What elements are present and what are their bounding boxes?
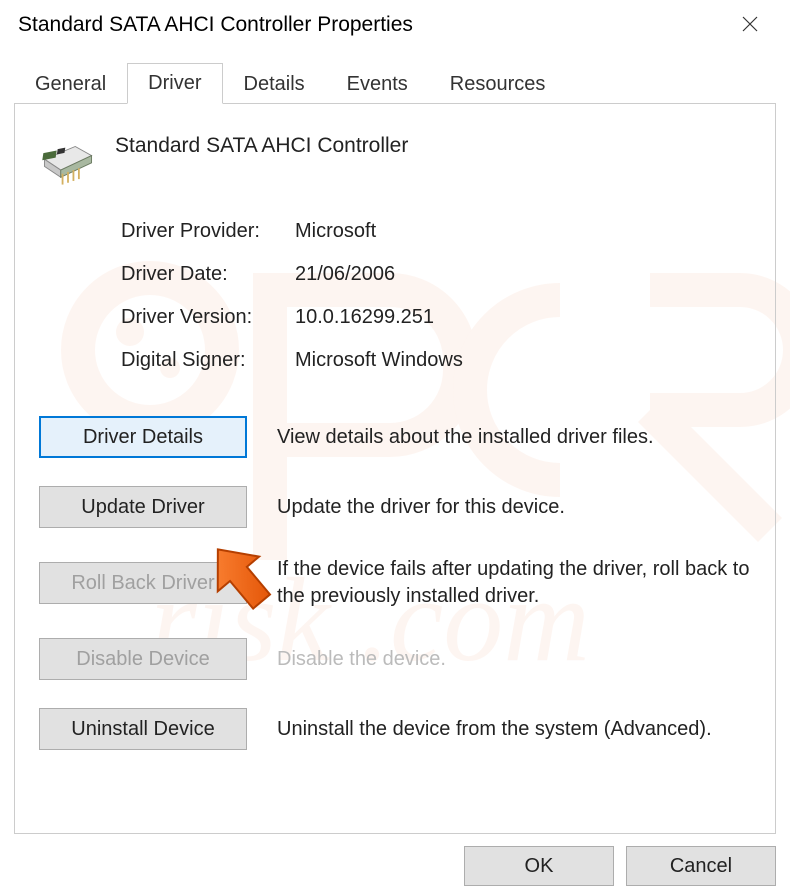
close-icon [742,12,758,38]
driver-version-value: 10.0.16299.251 [295,306,434,329]
rollback-driver-button: Roll Back Driver [39,562,247,604]
device-controller-icon [39,132,97,190]
uninstall-device-desc: Uninstall the device from the system (Ad… [277,716,755,743]
driver-info-section: Driver Provider: Microsoft Driver Date: … [121,220,755,372]
driver-date-value: 21/06/2006 [295,263,395,286]
ok-button[interactable]: OK [464,846,614,886]
device-header: Standard SATA AHCI Controller [39,132,755,190]
tab-resources[interactable]: Resources [429,64,567,104]
disable-device-desc: Disable the device. [277,646,755,673]
device-name: Standard SATA AHCI Controller [115,132,408,158]
driver-details-desc: View details about the installed driver … [277,424,755,451]
driver-provider-value: Microsoft [295,220,376,243]
driver-provider-label: Driver Provider: [121,220,295,243]
tab-general[interactable]: General [14,64,127,104]
dialog-footer: OK Cancel [464,846,776,886]
digital-signer-value: Microsoft Windows [295,349,463,372]
update-driver-button[interactable]: Update Driver [39,486,247,528]
disable-device-button: Disable Device [39,638,247,680]
window-title: Standard SATA AHCI Controller Properties [18,13,413,37]
tab-details[interactable]: Details [223,64,326,104]
driver-details-button[interactable]: Driver Details [39,416,247,458]
tab-panel-driver: Standard SATA AHCI Controller Driver Pro… [14,104,776,834]
digital-signer-label: Digital Signer: [121,349,295,372]
tab-events[interactable]: Events [326,64,429,104]
uninstall-device-button[interactable]: Uninstall Device [39,708,247,750]
rollback-driver-desc: If the device fails after updating the d… [277,556,755,610]
title-bar: Standard SATA AHCI Controller Properties [0,0,790,44]
tab-driver[interactable]: Driver [127,63,222,104]
tab-strip: General Driver Details Events Resources [14,62,776,104]
cancel-button[interactable]: Cancel [626,846,776,886]
driver-date-label: Driver Date: [121,263,295,286]
driver-actions: Driver Details View details about the in… [39,416,755,750]
update-driver-desc: Update the driver for this device. [277,494,755,521]
close-button[interactable] [730,9,770,41]
driver-version-label: Driver Version: [121,306,295,329]
